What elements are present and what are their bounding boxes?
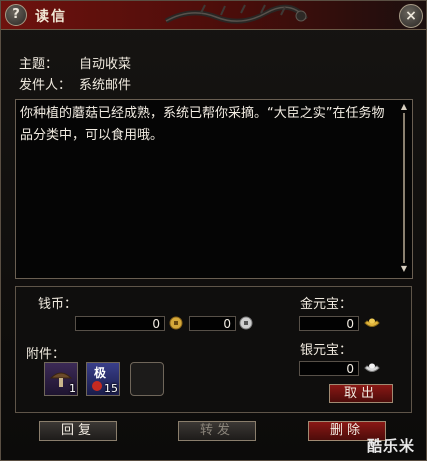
window-title: 读信 — [35, 9, 67, 25]
scroll-up-icon[interactable]: ▲ — [399, 103, 409, 111]
slot-count: 15 — [104, 382, 118, 395]
dragon-ornament — [164, 4, 308, 24]
silver-ingot-field: 0 — [299, 361, 359, 376]
subject-value: 自动收菜 — [79, 57, 132, 72]
subject-label: 主题： — [19, 57, 59, 72]
scroll-icon — [92, 381, 102, 391]
copper-coin-icon — [169, 316, 183, 330]
coin-amount-field-2: 0 — [189, 316, 236, 331]
forward-button[interactable]: 转发 — [178, 421, 256, 441]
gold-ingot-icon — [364, 318, 380, 327]
attachment-slot-1[interactable]: 1 — [44, 362, 78, 396]
silver-coin-icon — [239, 316, 253, 330]
attachment-slot-2[interactable]: 极 15 — [86, 362, 120, 396]
watermark-text: 酷乐米 — [367, 437, 416, 455]
message-scrollbar[interactable]: ▲ ▼ — [399, 103, 409, 273]
message-box[interactable]: 你种植的蘑菇已经成熟，系统已帮你采摘。“大臣之实”在任务物品分类中，可以食用哦。… — [15, 99, 413, 279]
gold-ingot-field: 0 — [299, 316, 359, 331]
help-button[interactable]: ? — [5, 4, 27, 26]
sender-value: 系统邮件 — [79, 78, 132, 93]
close-button[interactable]: × — [399, 4, 423, 28]
scroll-down-icon[interactable]: ▼ — [399, 265, 409, 273]
message-body: 你种植的蘑菇已经成熟，系统已帮你采摘。“大臣之实”在任务物品分类中，可以食用哦。 — [20, 106, 385, 143]
read-mail-window: ? 读信 × 主题： 自动收菜 发件人： 系统邮件 你种植的蘑菇已经成熟，系统已… — [0, 0, 427, 461]
slot-count: 1 — [69, 382, 76, 395]
items-label: 附件： — [26, 347, 66, 362]
attachment-panel: 钱币： 0 0 金元宝： 0 附件： 银元宝： 0 1 极 15 取出 — [15, 286, 412, 413]
gold-ingot-label: 金元宝： — [300, 297, 353, 312]
title-bar[interactable]: ? 读信 × — [1, 1, 426, 30]
coins-label: 钱币： — [38, 297, 78, 312]
reply-button[interactable]: 回复 — [39, 421, 117, 441]
sender-label: 发件人： — [19, 78, 72, 93]
scroll-track[interactable] — [403, 113, 405, 263]
attachment-slot-3[interactable] — [130, 362, 164, 396]
coin-amount-field: 0 — [75, 316, 165, 331]
silver-ingot-icon — [364, 363, 380, 372]
silver-ingot-label: 银元宝： — [300, 343, 353, 358]
take-out-button[interactable]: 取出 — [329, 384, 393, 403]
